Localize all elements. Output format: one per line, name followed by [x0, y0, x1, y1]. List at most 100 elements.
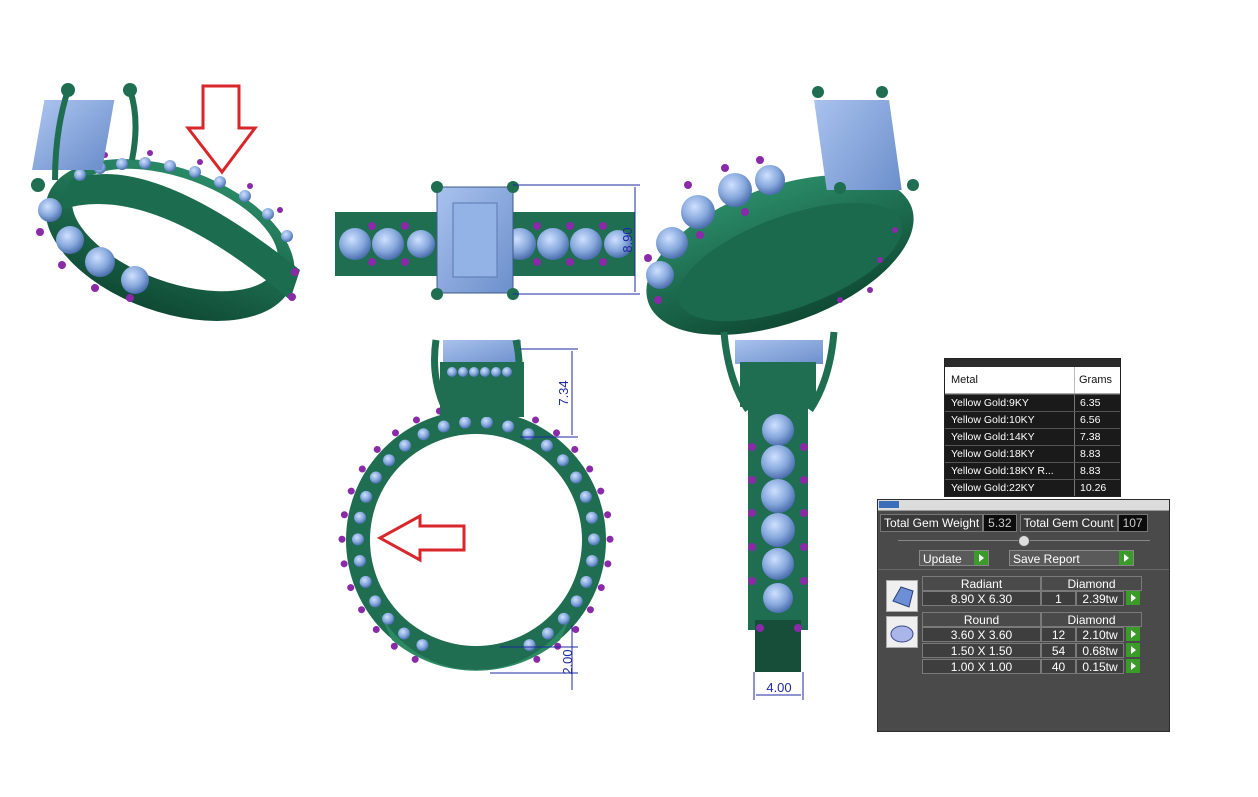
gem-row-play-button[interactable] — [1126, 659, 1140, 673]
gem-report-panel: Total Gem Weight 5.32 Total Gem Count 10… — [877, 499, 1170, 732]
front-ring-prong — [347, 487, 355, 495]
panel-titlebar[interactable] — [878, 500, 1169, 511]
front-ring-prong — [411, 655, 419, 663]
front-ring-prong — [597, 584, 605, 592]
metal-grams: 10.26 — [1080, 482, 1107, 494]
gem-weight-cell: 0.68tw — [1076, 643, 1124, 658]
front-ring-prong — [553, 429, 561, 437]
gem-count-cell: 40 — [1041, 659, 1076, 674]
front-ring-stone — [459, 416, 472, 429]
slider-handle[interactable] — [1018, 535, 1030, 547]
dimension-label-2-00: 2.00 — [560, 649, 575, 674]
ring-view-front — [338, 339, 614, 690]
front-ring-stone — [540, 439, 553, 452]
front-ring-stone — [586, 554, 599, 567]
front-ring-prong — [340, 560, 348, 568]
save-report-play-icon — [1119, 551, 1133, 565]
front-ring-stone — [570, 595, 583, 608]
metal-weight-table: Metal Grams Yellow Gold:9KY 6.35 Yellow Go… — [944, 358, 1121, 497]
metal-column-header: Metal — [945, 367, 1075, 393]
front-ring-stone — [557, 612, 570, 625]
front-ring-stone — [585, 511, 598, 524]
total-gem-count-value: 107 — [1117, 514, 1148, 532]
front-ring-prong — [532, 416, 540, 424]
front-ring-stone — [352, 533, 365, 546]
metal-table-row: Yellow Gold:22KY 10.26 — [945, 479, 1120, 496]
radiant-diamond-icon — [892, 586, 914, 608]
front-ring-prong — [572, 625, 580, 633]
metal-table-row: Yellow Gold:18KY 8.83 — [945, 445, 1120, 462]
metal-name: Yellow Gold:18KY — [945, 446, 1075, 462]
ring-view-top — [335, 181, 640, 300]
metal-table-row: Yellow Gold:9KY 6.35 — [945, 394, 1120, 411]
front-ring-stone — [579, 490, 592, 503]
metal-table-header: Metal Grams — [945, 367, 1120, 394]
metal-table-row: Yellow Gold:10KY 6.56 — [945, 411, 1120, 428]
total-gem-weight-label: Total Gem Weight — [880, 514, 984, 532]
gem-size-cell: 1.00 X 1.00 — [922, 659, 1041, 674]
save-report-button[interactable]: Save Report — [1009, 550, 1134, 566]
front-ring-prong — [606, 535, 614, 543]
metal-name: Yellow Gold:10KY — [945, 412, 1075, 428]
gem-weight-cell: 2.10tw — [1076, 627, 1124, 642]
front-ring-prong — [571, 445, 579, 453]
update-play-icon — [974, 551, 988, 565]
metal-name: Yellow Gold:14KY — [945, 429, 1075, 445]
front-ring-prong — [412, 416, 420, 424]
metal-name: Yellow Gold:9KY — [945, 395, 1075, 411]
metal-table-row: Yellow Gold:18KY R... 8.83 — [945, 462, 1120, 479]
front-ring-prong — [604, 560, 612, 568]
front-ring-stone — [353, 554, 366, 567]
front-ring-prong — [340, 511, 348, 519]
gem-size-cell: 3.60 X 3.60 — [922, 627, 1041, 642]
front-ring-stone — [369, 595, 382, 608]
ring-view-left-perspective — [31, 83, 300, 321]
dimension-label-7-34: 7.34 — [556, 380, 571, 405]
front-ring-stone — [522, 428, 535, 441]
dimension-label-4-00: 4.00 — [766, 680, 791, 695]
front-ring-prong — [372, 625, 380, 633]
front-ring-prong — [586, 606, 594, 614]
gem-size-cell: 8.90 X 6.30 — [922, 591, 1041, 606]
total-gem-weight-value: 5.32 — [983, 514, 1017, 532]
gem-material-header: Diamond — [1041, 576, 1142, 591]
grams-column-header: Grams — [1079, 374, 1112, 386]
gem-count-cell: 12 — [1041, 627, 1076, 642]
gem-shape-header: Round — [922, 612, 1041, 627]
gem-shape-header: Radiant — [922, 576, 1041, 591]
radiant-gem-thumbnail[interactable] — [886, 580, 918, 612]
front-ring-stone — [416, 639, 429, 652]
gem-weight-cell: 2.39tw — [1076, 591, 1124, 606]
front-ring-stone — [369, 471, 382, 484]
metal-grams: 8.83 — [1080, 465, 1101, 477]
gem-row-play-button[interactable] — [1126, 591, 1140, 605]
gem-material-header: Diamond — [1041, 612, 1142, 627]
front-ring-prong — [533, 655, 541, 663]
front-ring-stone — [480, 416, 493, 429]
round-gem-thumbnail[interactable] — [886, 616, 918, 648]
round-diamond-icon — [890, 625, 914, 643]
update-button[interactable]: Update — [919, 550, 989, 566]
metal-grams: 6.35 — [1080, 397, 1101, 409]
front-ring-stone — [587, 533, 600, 546]
gem-weight-cell: 0.15tw — [1076, 659, 1124, 674]
front-ring-prong — [338, 535, 346, 543]
dimension-label-8-90: 8.90 — [620, 227, 635, 252]
ring-view-side — [720, 331, 838, 700]
front-ring-stone — [502, 420, 515, 433]
update-button-label: Update — [923, 552, 962, 566]
gem-count-cell: 54 — [1041, 643, 1076, 658]
front-ring-prong — [390, 642, 398, 650]
metal-name: Yellow Gold:22KY — [945, 480, 1075, 496]
front-ring-stone — [354, 511, 367, 524]
front-ring-stone — [541, 627, 554, 640]
front-ring-stone — [437, 420, 450, 433]
front-ring-stone — [399, 439, 412, 452]
front-ring-prong — [358, 465, 366, 473]
gem-row-play-button[interactable] — [1126, 627, 1140, 641]
metal-table-row: Yellow Gold:14KY 7.38 — [945, 428, 1120, 445]
front-ring-prong — [347, 584, 355, 592]
metal-grams: 7.38 — [1080, 431, 1101, 443]
front-ring-prong — [358, 606, 366, 614]
gem-row-play-button[interactable] — [1126, 643, 1140, 657]
